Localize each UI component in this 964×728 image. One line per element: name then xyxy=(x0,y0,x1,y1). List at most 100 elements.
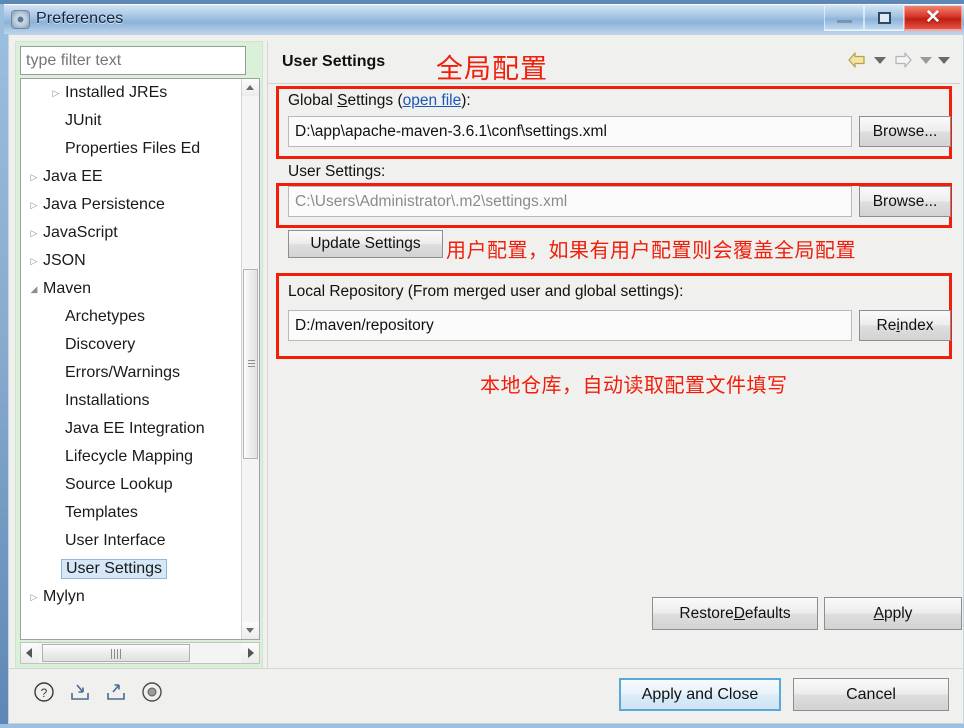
sidebar-item-label: Java EE Integration xyxy=(65,420,205,437)
footer-buttons: Apply and Close Cancel xyxy=(619,678,949,711)
open-file-link[interactable]: open file xyxy=(403,92,462,109)
chevron-right-icon[interactable]: ▷ xyxy=(27,592,41,602)
view-menu-icon[interactable] xyxy=(938,56,950,64)
sidebar-item-properties-files-ed[interactable]: Properties Files Ed xyxy=(21,135,243,163)
title-bar: Preferences ✕ xyxy=(4,4,964,34)
minimize-button[interactable] xyxy=(824,6,864,31)
sidebar-item-javascript[interactable]: ▷ JavaScript xyxy=(21,219,243,247)
close-button[interactable]: ✕ xyxy=(904,6,962,31)
sidebar-item-templates[interactable]: Templates xyxy=(21,499,243,527)
sidebar-item-label: Lifecycle Mapping xyxy=(65,448,194,465)
sidebar-item-label: Installed JREs xyxy=(65,84,168,101)
export-icon[interactable] xyxy=(105,681,127,703)
sidebar-item-archetypes[interactable]: Archetypes xyxy=(21,303,243,331)
sidebar-item-java-persistence[interactable]: ▷ Java Persistence xyxy=(21,191,243,219)
scroll-down-arrow-icon[interactable] xyxy=(242,622,259,639)
dialog-body: ▷Installed JREsJUnitProperties Files Ed▷… xyxy=(8,34,964,724)
scroll-up-arrow-icon[interactable] xyxy=(242,79,259,96)
sidebar-item-java-ee[interactable]: ▷ Java EE xyxy=(21,163,243,191)
filter-input[interactable] xyxy=(20,46,246,75)
back-dropdown-icon[interactable] xyxy=(874,56,886,64)
pane-header: User Settings 全局配置 xyxy=(268,41,960,85)
pane-content: Global Settings (open file): Browse... U… xyxy=(268,83,962,669)
help-icon[interactable]: ? xyxy=(33,681,55,703)
sidebar-item-label: Errors/Warnings xyxy=(65,364,180,381)
sidebar-item-label: JUnit xyxy=(65,112,102,129)
apply-and-close-button[interactable]: Apply and Close xyxy=(619,678,781,711)
close-icon: ✕ xyxy=(925,7,941,28)
sidebar-item-errors-warnings[interactable]: Errors/Warnings xyxy=(21,359,243,387)
record-icon[interactable] xyxy=(141,681,163,703)
back-arrow-icon[interactable] xyxy=(846,50,868,70)
sidebar-item-label: Mylyn xyxy=(43,588,85,605)
chevron-right-icon[interactable]: ▷ xyxy=(27,256,41,266)
dialog-footer: ? Apply and Close Cancel xyxy=(9,668,963,723)
preferences-dialog: Preferences ✕ ▷Installed JREsJUnitProper… xyxy=(0,0,964,728)
cancel-button[interactable]: Cancel xyxy=(793,678,949,711)
global-settings-label: Global Settings (open file): xyxy=(288,92,471,109)
user-settings-browse-button[interactable]: Browse... xyxy=(859,186,951,217)
tree-horizontal-scrollbar[interactable] xyxy=(20,642,260,664)
sidebar-item-junit[interactable]: JUnit xyxy=(21,107,243,135)
chevron-right-icon[interactable]: ▷ xyxy=(27,172,41,182)
tree-item-list: ▷ Installed JREs JUnit Properties Files Ed ▷… xyxy=(21,79,243,639)
maximize-button[interactable] xyxy=(864,6,904,31)
preferences-tree-panel: ▷Installed JREsJUnitProperties Files Ed▷… xyxy=(15,41,263,669)
local-repository-path-input[interactable] xyxy=(288,310,852,341)
sidebar-item-label: Archetypes xyxy=(65,308,146,325)
chevron-right-icon[interactable]: ▷ xyxy=(49,88,63,98)
sidebar-item-lifecycle-mapping[interactable]: Lifecycle Mapping xyxy=(21,443,243,471)
pane-nav-icons xyxy=(846,50,950,70)
sidebar-item-mylyn[interactable]: ▷ Mylyn xyxy=(21,583,243,611)
title-bar-left: Preferences xyxy=(12,7,123,31)
forward-dropdown-icon[interactable] xyxy=(920,56,932,64)
chevron-right-icon[interactable]: ▷ xyxy=(27,228,41,238)
scroll-left-arrow-icon[interactable] xyxy=(21,643,39,663)
vertical-scroll-thumb[interactable] xyxy=(243,269,258,459)
sidebar-item-installed-jres[interactable]: ▷ Installed JREs xyxy=(21,79,243,107)
tree-vertical-scrollbar[interactable] xyxy=(241,79,259,639)
sidebar-item-user-interface[interactable]: User Interface xyxy=(21,527,243,555)
sidebar-item-label: Maven xyxy=(43,280,92,297)
sidebar-item-label: Java EE xyxy=(43,168,103,185)
apply-button[interactable]: Apply xyxy=(824,597,962,630)
horizontal-scroll-thumb[interactable] xyxy=(42,644,190,662)
annotation-global-config: 全局配置 xyxy=(436,54,548,85)
update-settings-button[interactable]: Update Settings xyxy=(288,230,443,258)
sidebar-item-label: User Settings xyxy=(61,559,168,579)
local-repository-label: Local Repository (From merged user and g… xyxy=(288,283,684,300)
preferences-gear-icon xyxy=(12,10,29,28)
filter-wrapper xyxy=(20,46,260,75)
settings-pane: User Settings 全局配置 Global Settings (open… xyxy=(267,41,962,669)
sidebar-item-label: User Interface xyxy=(65,532,166,549)
preferences-tree[interactable]: ▷ Installed JREs JUnit Properties Files Ed ▷… xyxy=(20,78,260,640)
sidebar-item-label: Java Persistence xyxy=(43,196,165,213)
sidebar-item-user-settings[interactable]: User Settings xyxy=(21,555,243,583)
sidebar-item-label: JavaScript xyxy=(43,224,118,241)
sidebar-item-maven[interactable]: ◢ Maven xyxy=(21,275,243,303)
sidebar-item-source-lookup[interactable]: Source Lookup xyxy=(21,471,243,499)
sidebar-item-installations[interactable]: Installations xyxy=(21,387,243,415)
import-icon[interactable] xyxy=(69,681,91,703)
sidebar-item-label: Templates xyxy=(65,504,138,521)
window-frame: Preferences ✕ ▷Installed JREsJUnitProper… xyxy=(0,0,964,728)
reindex-button[interactable]: Re i ndex xyxy=(859,310,951,341)
page-title: User Settings xyxy=(282,53,386,70)
sidebar-item-label: Discovery xyxy=(65,336,136,353)
user-settings-path-input[interactable] xyxy=(288,186,852,217)
sidebar-item-java-ee-integration[interactable]: Java EE Integration xyxy=(21,415,243,443)
sidebar-item-json[interactable]: ▷ JSON xyxy=(21,247,243,275)
footer-icons: ? xyxy=(33,681,163,703)
sidebar-item-label: Source Lookup xyxy=(65,476,173,493)
scroll-right-arrow-icon[interactable] xyxy=(241,643,259,663)
chevron-down-icon[interactable]: ◢ xyxy=(27,284,41,294)
window-controls: ✕ xyxy=(824,6,962,31)
user-settings-label: User Settings: xyxy=(288,163,386,180)
svg-text:?: ? xyxy=(41,686,48,700)
global-settings-browse-button[interactable]: Browse... xyxy=(859,116,951,147)
global-settings-path-input[interactable] xyxy=(288,116,852,147)
chevron-right-icon[interactable]: ▷ xyxy=(27,200,41,210)
restore-defaults-button[interactable]: Restore Defaults xyxy=(652,597,818,630)
sidebar-item-discovery[interactable]: Discovery xyxy=(21,331,243,359)
sidebar-item-label: JSON xyxy=(43,252,86,269)
